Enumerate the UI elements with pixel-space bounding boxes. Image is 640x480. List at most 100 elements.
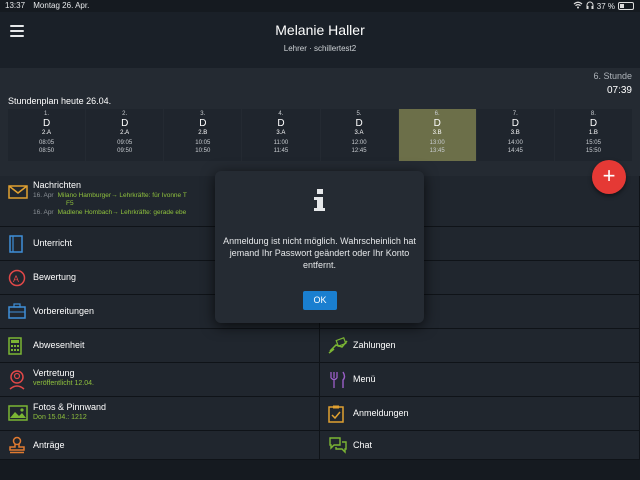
period-end: 10:50 (195, 148, 211, 154)
period-5[interactable]: 5. D 3.A 12:00 12:45 (320, 109, 398, 161)
photo-icon (8, 405, 28, 423)
substitute-person-icon (8, 370, 26, 390)
period-time: 15:05 15:50 (555, 139, 632, 155)
period-start: 10:05 (195, 140, 211, 146)
calculator-icon (8, 337, 26, 355)
period-class: 2.B (198, 130, 208, 136)
status-bar: 13:37 Montag 26. Apr. 37 % (0, 0, 640, 12)
period-end: 12:45 (351, 148, 367, 154)
tile-antraege[interactable]: Anträge (0, 431, 320, 460)
period-subject: D (121, 118, 129, 129)
user-role: Lehrer · schillertest2 (283, 44, 357, 53)
tile-sublabel: veröffentlicht 12.04. (33, 380, 94, 387)
period-start: 14:00 (507, 140, 523, 146)
period-class: 2.A (42, 130, 52, 136)
period-number: 6. (434, 111, 440, 117)
wifi-icon (573, 1, 583, 11)
tile-label: Unterricht (33, 238, 73, 248)
status-date: Montag 26. Apr. (33, 1, 90, 10)
tile-anmeldungen[interactable]: Anmeldungen (320, 397, 640, 431)
tile-label: Vorbereitungen (33, 306, 95, 316)
tile-menu[interactable]: Menü (320, 363, 640, 397)
tile-label: Abwesenheit (33, 340, 85, 350)
dialog-message: Anmeldung ist nicht möglich. Wahrscheinl… (223, 236, 416, 270)
period-time: 14:00 14:45 (477, 139, 554, 155)
ok-button[interactable]: OK (303, 291, 337, 310)
period-class: 3.A (354, 130, 364, 136)
period-class: 3.B (510, 130, 520, 136)
tile-vertretung[interactable]: Vertretung veröffentlicht 12.04. (0, 363, 320, 397)
period-2[interactable]: 2. D 2.A 09:05 09:50 (86, 109, 164, 161)
user-name: Melanie Haller (275, 22, 365, 38)
period-4[interactable]: 4. D 3.A 11:00 11:45 (242, 109, 320, 161)
period-end: 15:50 (585, 148, 601, 154)
period-start: 08:05 (39, 140, 55, 146)
period-time: 09:05 09:50 (86, 139, 163, 155)
add-button[interactable]: + (592, 160, 626, 194)
tile-label: Nachrichten (33, 180, 82, 190)
schedule-title: Stundenplan heute 26.04. (8, 96, 112, 106)
message-item[interactable]: 16. Apr Madlene Hombach→ Lehrkräfte: gera… (33, 209, 186, 216)
period-3[interactable]: 3. D 2.B 10:05 10:50 (164, 109, 242, 161)
briefcase-icon (8, 303, 26, 321)
tile-label: Anträge (33, 440, 65, 450)
period-start: 11:00 (273, 140, 289, 146)
period-time: 13:00 13:45 (399, 139, 476, 155)
tile-label: Menü (353, 374, 376, 384)
tile-abwesenheit[interactable]: Abwesenheit (0, 329, 320, 363)
current-time: 07:39 (606, 85, 632, 96)
tile-label: Zahlungen (353, 340, 396, 350)
period-number: 7. (512, 111, 518, 117)
tile-label: Anmeldungen (353, 408, 409, 418)
envelope-icon (8, 184, 28, 202)
period-7[interactable]: 7. D 3.B 14:00 14:45 (476, 109, 554, 161)
clipboard-check-icon (328, 405, 346, 423)
bottom-bar (0, 460, 640, 480)
period-class: 3.B (432, 130, 442, 136)
period-number: 8. (590, 111, 596, 117)
period-1[interactable]: 1. D 2.A 08:05 08:50 (8, 109, 86, 161)
message-item[interactable]: 16. Apr Milano Hamburger→ Lehrkräfte: für… (33, 192, 187, 199)
tile-sublabel: Don 15.04.: 1212 (33, 414, 87, 421)
period-class: 2.A (120, 130, 130, 136)
schedule-periods: 1. D 2.A 08:05 08:50 2. D 2.A 09:05 09:50 3. D 2.B 10… (8, 109, 632, 161)
message-item-continued: F5 (66, 200, 74, 207)
period-subject: D (199, 118, 207, 129)
period-8[interactable]: 8. D 1.B 15:05 15:50 (554, 109, 632, 161)
tile-zahlungen[interactable]: Zahlungen (320, 329, 640, 363)
period-number: 1. (44, 111, 50, 117)
period-end: 09:50 (117, 148, 133, 154)
current-lesson: 6. Stunde (593, 71, 632, 81)
period-class: 3.A (276, 130, 286, 136)
period-time: 11:00 11:45 (242, 139, 319, 155)
period-end: 08:50 (39, 148, 55, 154)
period-subject: D (277, 118, 285, 129)
period-time: 08:05 08:50 (8, 139, 85, 155)
tile-label: Vertretung (33, 368, 75, 378)
tile-chat[interactable]: Chat (320, 431, 640, 460)
period-subject: D (433, 118, 441, 129)
battery-icon (618, 2, 634, 10)
battery-percent: 37 % (596, 1, 615, 11)
period-subject: D (42, 118, 51, 129)
chat-bubbles-icon (328, 436, 347, 454)
alert-dialog: Anmeldung ist nicht möglich. Wahrscheinl… (215, 171, 424, 323)
period-6[interactable]: 6. D 3.B 13:00 13:45 (398, 109, 476, 161)
period-start: 13:00 (429, 140, 445, 146)
stamp-icon (8, 436, 26, 454)
period-class: 1.B (588, 130, 598, 136)
cutlery-icon (328, 371, 346, 389)
period-end: 13:45 (429, 148, 445, 154)
period-time: 10:05 10:50 (164, 139, 241, 155)
period-number: 4. (278, 111, 284, 117)
period-number: 5. (356, 111, 362, 117)
period-subject: D (355, 118, 363, 129)
headphones-icon (586, 1, 594, 11)
svg-text:A: A (13, 274, 19, 284)
period-end: 14:45 (507, 148, 523, 154)
period-number: 2. (122, 111, 128, 117)
period-time: 12:00 12:45 (321, 139, 398, 155)
tile-fotos[interactable]: Fotos & Pinnwand Don 15.04.: 1212 (0, 397, 320, 431)
period-number: 3. (200, 111, 206, 117)
period-end: 11:45 (273, 148, 289, 154)
